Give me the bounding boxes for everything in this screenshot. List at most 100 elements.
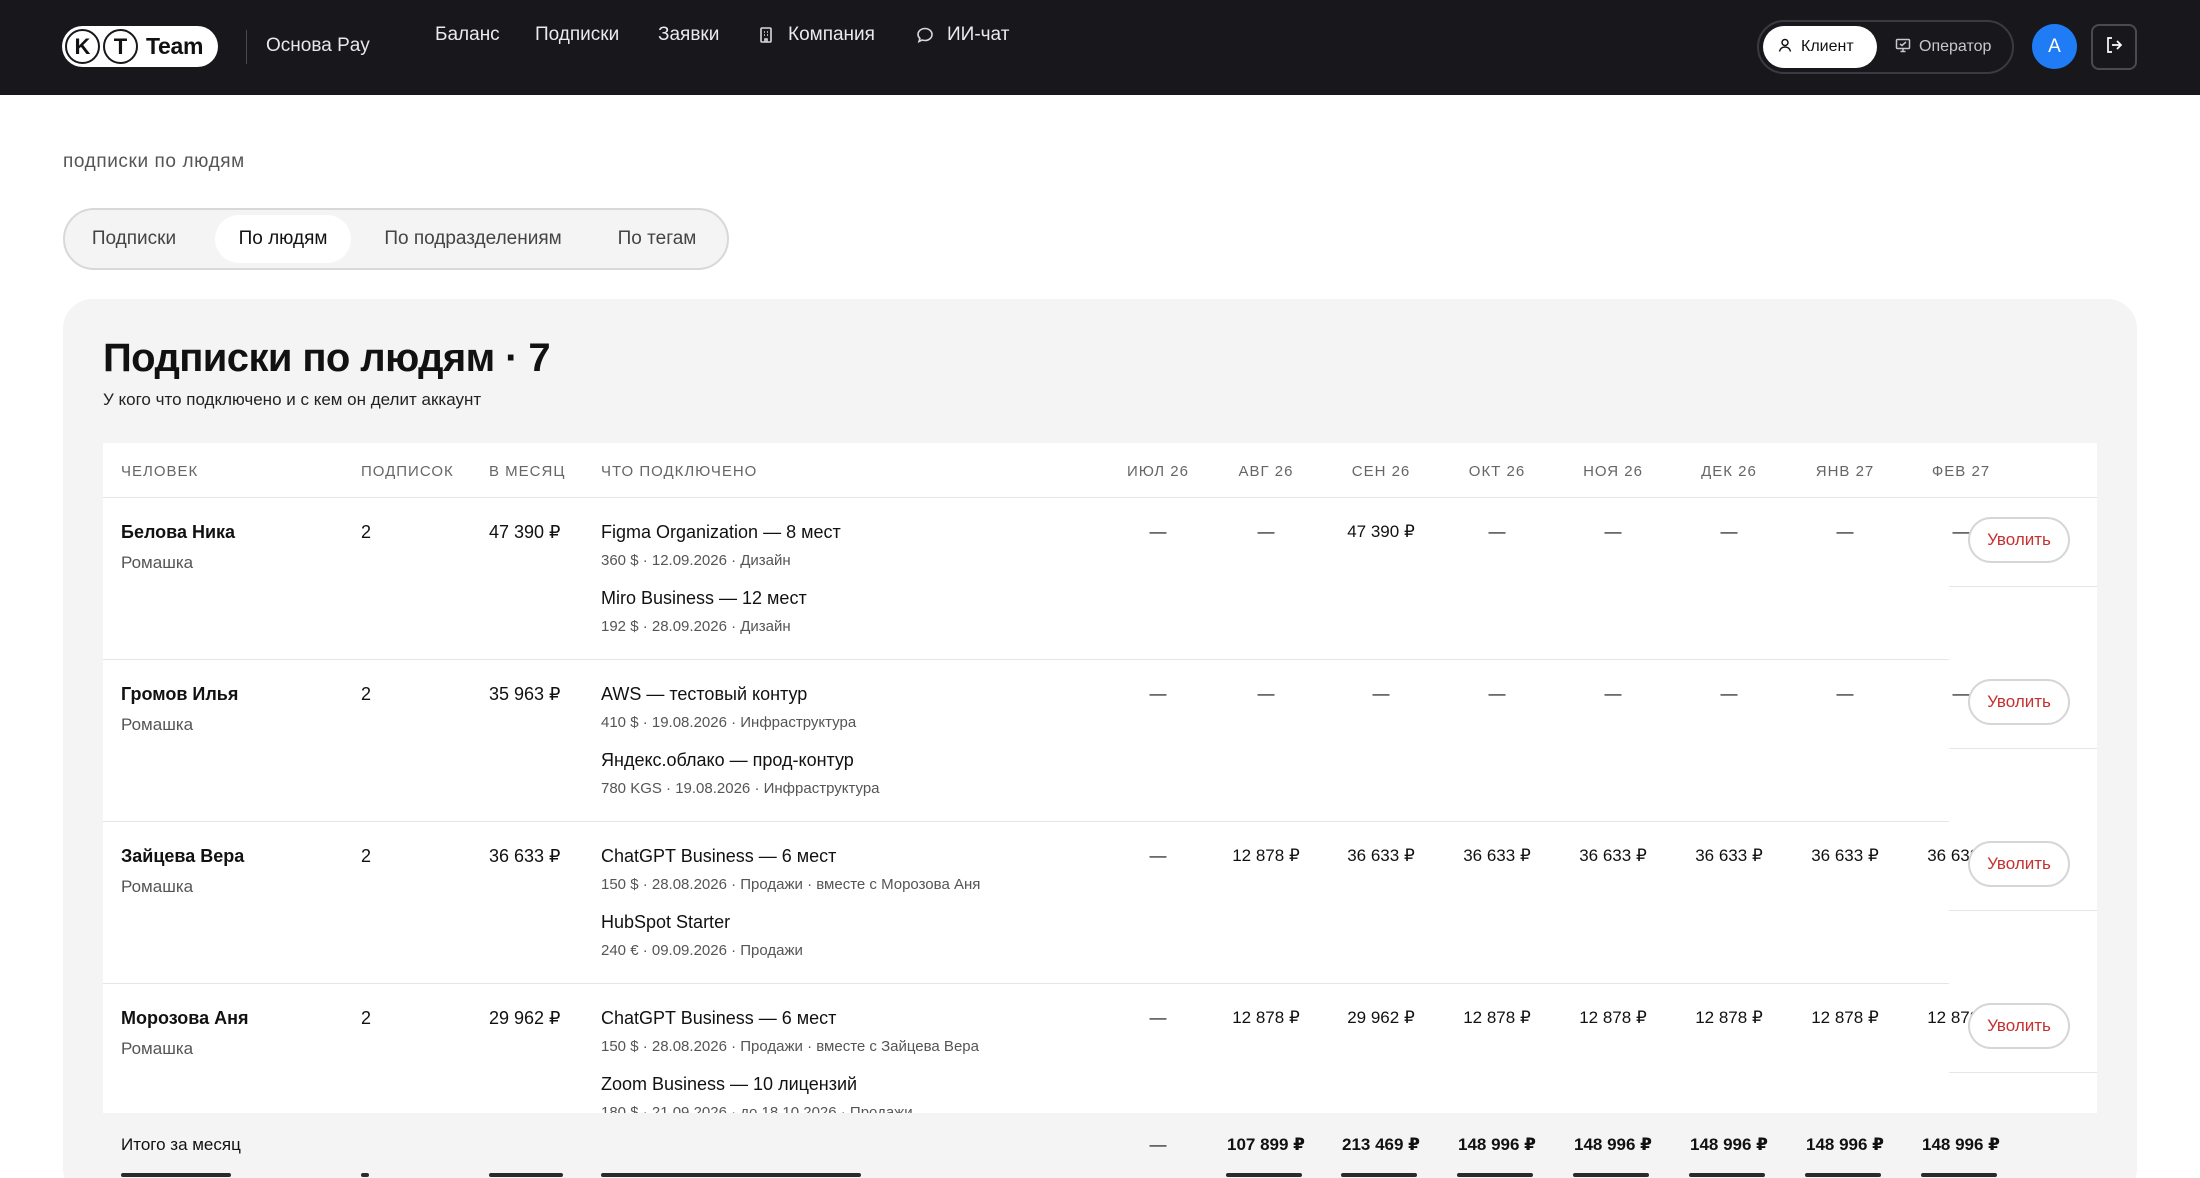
tab-subscriptions[interactable]: Подписки: [75, 215, 193, 263]
month-value: 12 878 ₽: [1695, 1008, 1763, 1027]
logo-letter-k: K: [65, 29, 100, 64]
card-subtitle: У кого что подключено и с кем он делит а…: [103, 390, 482, 409]
total-month-value: 148 996 ₽: [1689, 1135, 1768, 1154]
month-value: 12 878 ₽: [1232, 846, 1300, 865]
subscription-title[interactable]: Figma Organization — 8 мест: [601, 522, 841, 543]
table-row[interactable]: Громов Илья Ромашка 2 35 963 ₽ AWS — тес…: [103, 660, 2097, 822]
subscription-count: 2: [361, 1008, 372, 1028]
totals-row: Итого за месяц — 107 899 ₽ 213 469 ₽ 148…: [103, 1113, 2097, 1173]
column-header-month[interactable]: СЕН 26: [1341, 463, 1421, 480]
month-value: —: [1149, 846, 1167, 865]
column-header-connected[interactable]: ЧТО ПОДКЛЮЧЕНО: [601, 463, 757, 480]
subscription-count: 2: [361, 846, 372, 866]
month-value: —: [1836, 522, 1854, 541]
tab-by-tags[interactable]: По тегам: [605, 215, 709, 263]
column-header-person[interactable]: ЧЕЛОВЕК: [121, 463, 198, 480]
subscription-title[interactable]: ChatGPT Business — 6 мест: [601, 1008, 836, 1029]
nav-item-subscriptions[interactable]: Подписки: [535, 24, 619, 46]
fire-button[interactable]: Уволить: [1968, 1003, 2070, 1049]
total-month-value: —: [1149, 1135, 1167, 1154]
row-divider: [1949, 910, 2097, 911]
column-header-month[interactable]: ДЕК 26: [1689, 463, 1769, 480]
fire-button[interactable]: Уволить: [1968, 517, 2070, 563]
month-value: 12 878 ₽: [1232, 1008, 1300, 1027]
column-header-count[interactable]: ПОДПИСОК: [361, 463, 454, 480]
month-value: 47 390 ₽: [1347, 522, 1415, 541]
monthly-cost: 47 390 ₽: [489, 522, 561, 542]
table-row[interactable]: Морозова Аня Ромашка 2 29 962 ₽ ChatGPT …: [103, 984, 2097, 1113]
subscription-title[interactable]: AWS — тестовый контур: [601, 684, 807, 705]
person-org: Ромашка: [121, 877, 194, 896]
tab-by-people[interactable]: По людям: [215, 215, 351, 263]
chat-icon: [915, 25, 935, 45]
month-value: —: [1488, 684, 1506, 703]
column-header-month[interactable]: ИЮЛ 26: [1118, 463, 1198, 480]
subscription-title[interactable]: ChatGPT Business — 6 мест: [601, 846, 836, 867]
month-value: —: [1372, 684, 1390, 703]
subscription-title[interactable]: HubSpot Starter: [601, 912, 730, 933]
view-tabs: Подписки По людям По подразделениям По т…: [63, 208, 729, 270]
month-value: —: [1257, 684, 1275, 703]
mode-operator-button[interactable]: Оператор: [1881, 26, 2005, 68]
nav-item-label: Подписки: [535, 24, 620, 45]
month-value: —: [1720, 522, 1738, 541]
column-header-month[interactable]: ОКТ 26: [1457, 463, 1537, 480]
total-month-value: 148 996 ₽: [1805, 1135, 1884, 1154]
nav-item-label: ИИ-чат: [947, 24, 1010, 45]
month-value: 36 633 ₽: [1463, 846, 1531, 865]
monitor-icon: [1895, 37, 1911, 58]
clipped-row: [103, 1169, 2097, 1178]
subscription-meta: 150 $ · 28.08.2026 · Продажи · вместе с …: [601, 1038, 979, 1055]
people-subscriptions-card: Подписки по людям · 7 У кого что подключ…: [63, 299, 2137, 1178]
mode-switch: Клиент Оператор: [1757, 20, 2014, 74]
subscription-meta: 360 $ · 12.09.2026 · Дизайн: [601, 552, 791, 569]
column-header-month[interactable]: АВГ 26: [1226, 463, 1306, 480]
month-value: —: [1149, 684, 1167, 703]
subscription-title[interactable]: Zoom Business — 10 лицензий: [601, 1074, 857, 1095]
total-month-value: 148 996 ₽: [1457, 1135, 1536, 1154]
subscription-title[interactable]: Miro Business — 12 мест: [601, 588, 807, 609]
person-org: Ромашка: [121, 715, 194, 734]
month-value: —: [1720, 684, 1738, 703]
building-icon: [756, 25, 776, 45]
top-bar: K T Team Основа Pay Баланс Подписки Заяв…: [0, 0, 2200, 95]
total-month-value: 213 469 ₽: [1341, 1135, 1420, 1154]
nav-item-requests[interactable]: Заявки: [658, 24, 719, 46]
mode-client-label: Клиент: [1801, 38, 1854, 55]
nav-item-company[interactable]: Компания: [756, 24, 875, 46]
nav-item-label: Заявки: [658, 24, 720, 45]
column-header-month[interactable]: ЯНВ 27: [1805, 463, 1885, 480]
nav-item-balance[interactable]: Баланс: [435, 24, 500, 46]
logout-button[interactable]: [2091, 24, 2137, 70]
row-divider: [1949, 586, 2097, 587]
person-name: Морозова Аня: [121, 1008, 249, 1028]
month-value: —: [1257, 522, 1275, 541]
logo[interactable]: K T Team: [62, 26, 219, 67]
nav-item-ai-chat[interactable]: ИИ-чат: [915, 24, 1009, 46]
column-header-month[interactable]: ФЕВ 27: [1921, 463, 2001, 480]
fire-button[interactable]: Уволить: [1968, 841, 2070, 887]
tab-by-departments[interactable]: По подразделениям: [367, 215, 579, 263]
subscription-meta: 192 $ · 28.09.2026 · Дизайн: [601, 618, 791, 635]
month-value: 12 878 ₽: [1463, 1008, 1531, 1027]
person-name: Белова Ника: [121, 522, 236, 542]
logout-icon: [2104, 35, 2124, 60]
subscription-count: 2: [361, 684, 372, 704]
table-row[interactable]: Белова Ника Ромашка 2 47 390 ₽ Figma Org…: [103, 498, 2097, 660]
month-value: —: [1604, 522, 1622, 541]
avatar[interactable]: А: [2032, 24, 2077, 69]
fire-button[interactable]: Уволить: [1968, 679, 2070, 725]
mode-client-button[interactable]: Клиент: [1763, 26, 1877, 68]
monthly-cost: 35 963 ₽: [489, 684, 561, 704]
month-value: 36 633 ₽: [1695, 846, 1763, 865]
total-month-value: 148 996 ₽: [1573, 1135, 1652, 1154]
subscription-title[interactable]: Яндекс.облако — прод-контур: [601, 750, 854, 771]
table-row[interactable]: Зайцева Вера Ромашка 2 36 633 ₽ ChatGPT …: [103, 822, 2097, 984]
month-value: 12 878 ₽: [1811, 1008, 1879, 1027]
column-header-monthly[interactable]: В МЕСЯЦ: [489, 463, 565, 480]
column-header-month[interactable]: НОЯ 26: [1573, 463, 1653, 480]
nav-item-label: Компания: [788, 24, 875, 45]
brand-divider: [246, 30, 247, 64]
mode-operator-label: Оператор: [1919, 38, 1992, 55]
month-value: —: [1604, 684, 1622, 703]
